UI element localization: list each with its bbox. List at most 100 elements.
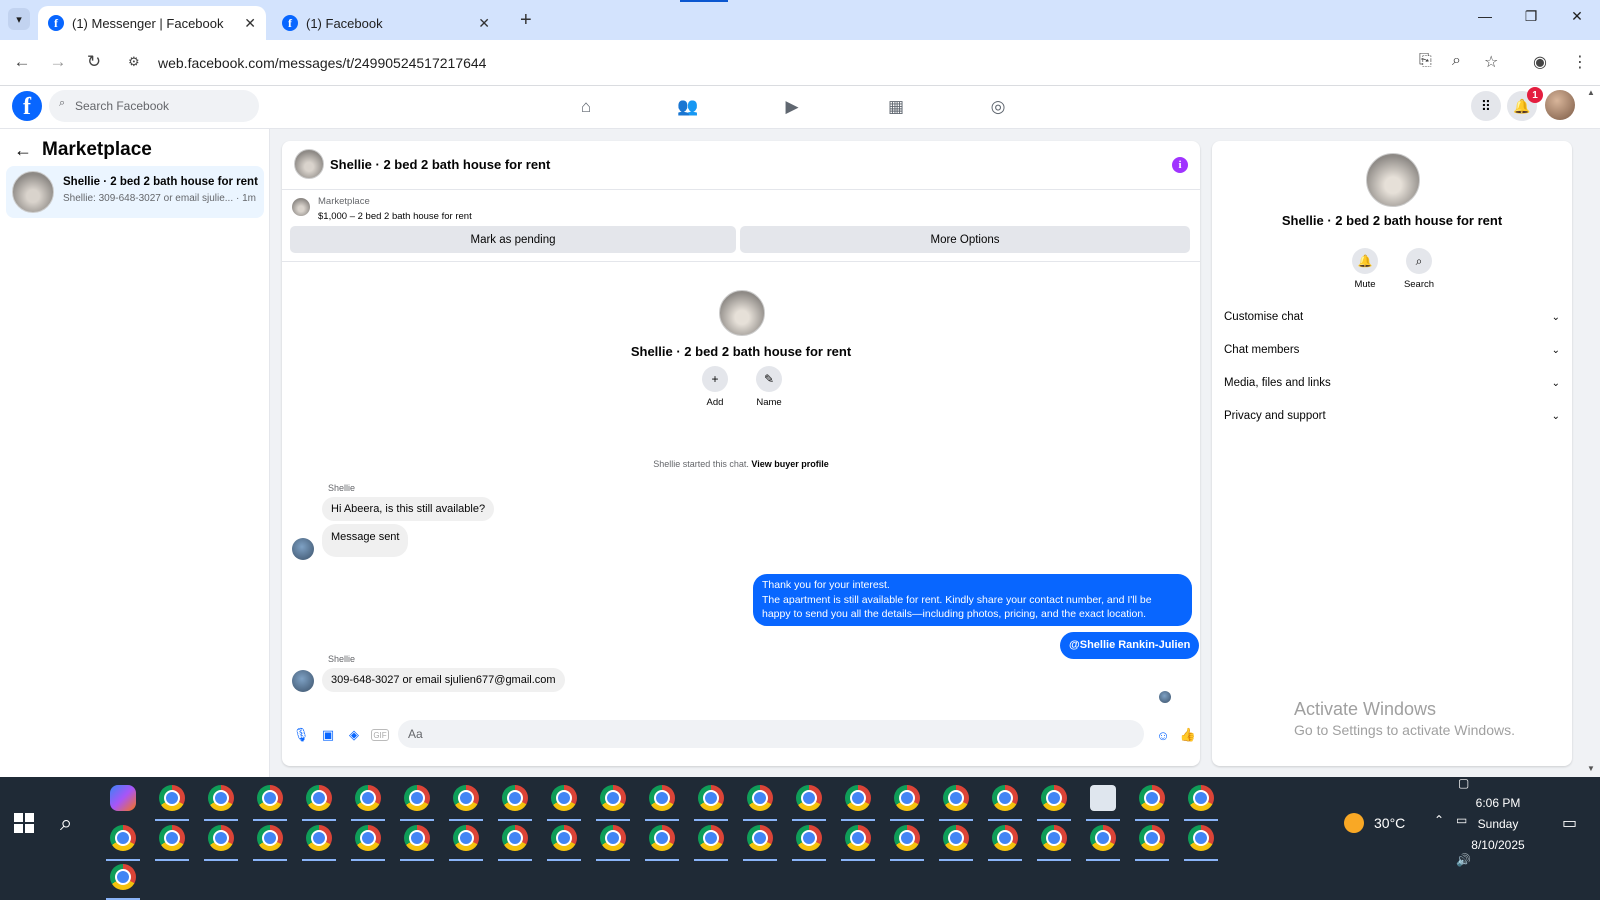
chrome-icon[interactable] <box>1188 825 1214 851</box>
chrome-icon[interactable] <box>992 825 1018 851</box>
chrome-icon[interactable] <box>502 785 528 811</box>
show-hidden-icons-chevron-icon[interactable]: ⌃ <box>1434 813 1444 827</box>
more-options-button[interactable]: More Options <box>740 226 1190 253</box>
facebook-logo-icon[interactable]: f <box>12 91 42 121</box>
tab-facebook[interactable]: f (1) Facebook ✕ <box>272 6 500 40</box>
chat-title[interactable]: Shellie · 2 bed 2 bath house for rent <box>330 157 550 172</box>
chrome-icon[interactable] <box>698 785 724 811</box>
taskbar-search-icon[interactable]: ⌕ <box>60 810 72 836</box>
home-icon[interactable]: ⌂ <box>574 96 598 118</box>
marketplace-icon[interactable]: ▦ <box>884 96 908 118</box>
section-media-files-links[interactable]: Media, files and links ⌄ <box>1224 373 1560 393</box>
chrome-icon[interactable] <box>502 825 528 851</box>
back-button[interactable]: ← <box>11 52 33 72</box>
conversation-item[interactable]: Shellie · 2 bed 2 bath house for rent Sh… <box>6 166 264 218</box>
chrome-icon[interactable] <box>845 785 871 811</box>
forward-button[interactable]: → <box>47 52 69 72</box>
sender-avatar[interactable] <box>292 538 314 560</box>
windows-start-icon[interactable] <box>14 813 34 833</box>
chrome-icon[interactable] <box>355 825 381 851</box>
chrome-icon[interactable] <box>845 825 871 851</box>
chrome-icon[interactable] <box>600 825 626 851</box>
facebook-search-input[interactable]: ⌕ Search Facebook <box>49 90 259 122</box>
chrome-icon[interactable] <box>306 825 332 851</box>
chat-avatar[interactable] <box>294 149 324 179</box>
chrome-icon[interactable] <box>943 785 969 811</box>
chrome-icon[interactable] <box>1041 825 1067 851</box>
photo-icon[interactable]: ▣ <box>319 726 337 744</box>
scroll-up-arrow-icon[interactable]: ▲ <box>1587 88 1595 97</box>
chrome-icon[interactable] <box>796 825 822 851</box>
chrome-icon[interactable] <box>551 825 577 851</box>
chrome-icon[interactable] <box>306 785 332 811</box>
account-avatar[interactable] <box>1545 90 1575 120</box>
incoming-message[interactable]: 309-648-3027 or email sjulien677@gmail.c… <box>322 668 565 692</box>
chrome-icon[interactable] <box>551 785 577 811</box>
install-app-icon[interactable]: ⎘ <box>1419 52 1432 70</box>
browser-menu-icon[interactable]: ⋮ <box>1572 52 1588 72</box>
apps-menu-icon[interactable]: ⠿ <box>1471 91 1501 121</box>
chrome-icon[interactable] <box>257 785 283 811</box>
name-chat-button[interactable]: ✎ Name <box>744 366 794 408</box>
close-window-button[interactable]: ✕ <box>1562 8 1592 25</box>
chrome-icon[interactable] <box>159 825 185 851</box>
chrome-icon[interactable] <box>110 825 136 851</box>
chrome-icon[interactable] <box>1090 825 1116 851</box>
chrome-icon[interactable] <box>649 825 675 851</box>
back-arrow-icon[interactable]: ← <box>14 140 32 161</box>
listing-price[interactable]: $1,000 – 2 bed 2 bath house for rent <box>318 211 472 222</box>
chrome-icon[interactable] <box>208 785 234 811</box>
new-tab-button[interactable]: + <box>520 9 532 32</box>
microphone-icon[interactable]: 🎙 <box>292 726 310 744</box>
chrome-icon[interactable] <box>796 785 822 811</box>
chrome-icon[interactable] <box>894 825 920 851</box>
message-input[interactable]: Aa <box>398 720 1144 748</box>
sender-avatar[interactable] <box>292 670 314 692</box>
info-icon[interactable]: i <box>1172 157 1188 173</box>
section-privacy-support[interactable]: Privacy and support ⌄ <box>1224 406 1560 426</box>
user-accounts-icon[interactable] <box>1090 785 1116 811</box>
chrome-icon[interactable] <box>1139 785 1165 811</box>
incoming-message[interactable]: Message sent <box>322 524 409 557</box>
chrome-icon[interactable] <box>159 785 185 811</box>
chrome-icon[interactable] <box>110 864 136 890</box>
outgoing-message[interactable]: Thank you for your interest. The apartme… <box>753 574 1192 626</box>
mute-button[interactable]: 🔔 Mute <box>1340 248 1390 290</box>
chrome-icon[interactable] <box>747 825 773 851</box>
taskbar-clock[interactable]: 6:06 PM Sunday 8/10/2025 <box>1458 793 1538 856</box>
view-buyer-profile-link[interactable]: View buyer profile <box>751 459 828 469</box>
video-icon[interactable]: ▶ <box>780 96 804 118</box>
url-omnibox[interactable]: ⚙ web.facebook.com/messages/t/2499052451… <box>118 47 1496 79</box>
chrome-icon[interactable] <box>600 785 626 811</box>
reload-button[interactable]: ↻ <box>83 52 105 72</box>
tab-messenger[interactable]: f (1) Messenger | Facebook ✕ <box>38 6 266 40</box>
sticker-icon[interactable]: ◈ <box>345 726 363 744</box>
close-tab-icon[interactable]: ✕ <box>244 15 256 32</box>
like-thumb-icon[interactable]: 👍 <box>1179 726 1197 744</box>
chrome-icon[interactable] <box>257 825 283 851</box>
section-customise-chat[interactable]: Customise chat ⌄ <box>1224 307 1560 327</box>
chrome-icon[interactable] <box>208 825 234 851</box>
scroll-down-arrow-icon[interactable]: ▼ <box>1587 764 1595 773</box>
zoom-icon[interactable]: ⌕ <box>1452 52 1461 70</box>
chrome-icon[interactable] <box>698 825 724 851</box>
mark-pending-button[interactable]: Mark as pending <box>290 226 736 253</box>
chrome-icon[interactable] <box>1139 825 1165 851</box>
notification-center-icon[interactable]: ▭ <box>1562 813 1577 833</box>
chrome-icon[interactable] <box>453 825 479 851</box>
chrome-icon[interactable] <box>1188 785 1214 811</box>
chrome-icon[interactable] <box>747 785 773 811</box>
chrome-icon[interactable] <box>404 785 430 811</box>
bookmark-star-icon[interactable]: ☆ <box>1484 52 1498 72</box>
emoji-icon[interactable]: ☺ <box>1154 726 1172 744</box>
notifications-bell-icon[interactable]: 🔔 1 <box>1507 87 1543 121</box>
chrome-icon[interactable] <box>355 785 381 811</box>
chrome-icon[interactable] <box>894 785 920 811</box>
incoming-message[interactable]: Hi Abeera, is this still available? <box>322 497 495 521</box>
section-chat-members[interactable]: Chat members ⌄ <box>1224 340 1560 360</box>
friends-icon[interactable]: 👥 <box>676 96 700 118</box>
restore-button[interactable]: ❐ <box>1516 8 1546 25</box>
tab-search-menu-icon[interactable]: ▾ <box>8 8 30 30</box>
meet-now-icon[interactable]: ▢ <box>1458 776 1469 790</box>
minimize-button[interactable]: — <box>1470 8 1500 24</box>
